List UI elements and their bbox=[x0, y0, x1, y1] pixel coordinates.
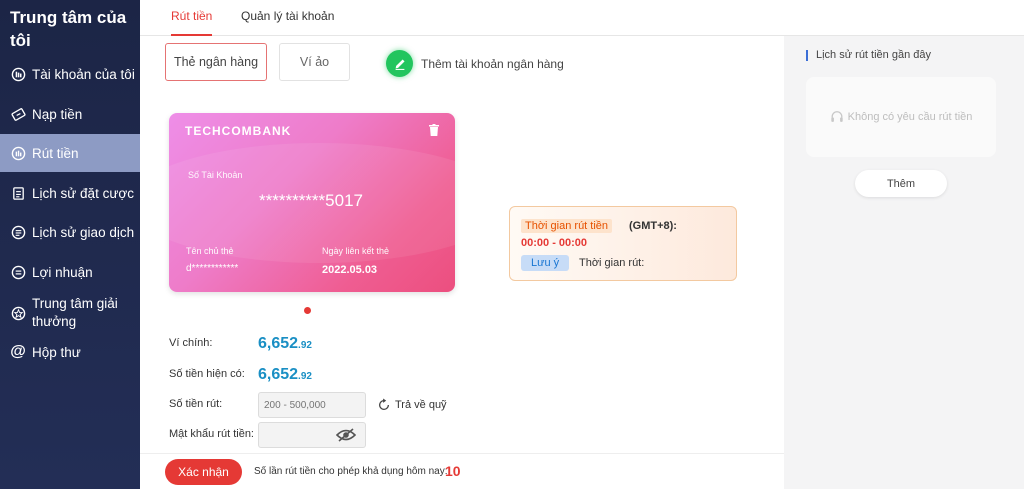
bank-card[interactable]: TECHCOMBANK Số Tài Khoản **********5017 … bbox=[169, 113, 455, 292]
tab-account-management[interactable]: Quản lý tài khoản bbox=[241, 0, 334, 36]
main-wallet-label: Ví chính: bbox=[169, 337, 213, 349]
withdraw-amount-label: Số tiền rút: bbox=[169, 398, 223, 410]
main-wallet-amount: 6,652.92 bbox=[258, 335, 312, 352]
mail-icon: @ bbox=[10, 343, 26, 360]
account-number-label: Số Tài Khoản bbox=[188, 170, 243, 180]
refund-label: Trả về quỹ bbox=[395, 399, 447, 411]
bank-card-tab[interactable]: Thẻ ngân hàng bbox=[165, 43, 267, 81]
available-balance-amount: 6,652.92 bbox=[258, 366, 312, 383]
eye-slash-icon[interactable] bbox=[336, 428, 356, 442]
withdraw-panel: Thẻ ngân hàng Ví ảo Thêm tài khoản ngân … bbox=[140, 36, 784, 489]
withdraw-time-label: Thời gian rút tiền bbox=[521, 219, 613, 233]
bank-name: TECHCOMBANK bbox=[185, 124, 292, 138]
linked-date-label: Ngày liên kết thẻ bbox=[322, 246, 390, 256]
sidebar-item-my-account[interactable]: Tài khoản của tôi bbox=[0, 55, 140, 93]
withdraw-limit-text: Số lần rút tiền cho phép khả dụng hôm na… bbox=[254, 466, 448, 477]
empty-history-text: Không có yêu cầu rút tiền bbox=[847, 111, 973, 123]
note-badge: Lưu ý bbox=[521, 255, 570, 271]
tab-withdraw[interactable]: Rút tiền bbox=[171, 0, 213, 36]
confirm-button[interactable]: Xác nhận bbox=[165, 459, 242, 485]
card-holder-label: Tên chủ thẻ bbox=[186, 246, 234, 256]
sidebar-item-transaction-history[interactable]: Lịch sử giao dịch bbox=[0, 213, 140, 251]
sidebar-item-bet-history[interactable]: Lịch sử đặt cược bbox=[0, 174, 140, 212]
profit-icon bbox=[10, 264, 26, 280]
sidebar-item-label: Rút tiền bbox=[32, 145, 79, 161]
title-accent-bar bbox=[806, 49, 808, 61]
reward-icon bbox=[10, 305, 26, 321]
card-holder-name: d************ bbox=[186, 263, 239, 274]
more-button[interactable]: Thêm bbox=[855, 170, 947, 197]
sidebar-item-label: Hộp thư bbox=[32, 344, 81, 360]
sidebar-item-label: Lịch sử đặt cược bbox=[32, 185, 134, 201]
withdraw-hours: 00:00 - 00:00 bbox=[521, 237, 588, 249]
sidebar-item-label: Tài khoản của tôi bbox=[32, 66, 135, 82]
sidebar-item-label: Lợi nhuận bbox=[32, 264, 93, 280]
sidebar-item-label: Nạp tiền bbox=[32, 106, 83, 122]
sidebar-item-mailbox[interactable]: @ Hộp thư bbox=[0, 333, 140, 371]
available-balance-label: Số tiền hiện có: bbox=[169, 368, 245, 380]
withdraw-icon bbox=[10, 145, 26, 161]
note-text: Thời gian rút: bbox=[579, 257, 645, 269]
sidebar-item-withdraw[interactable]: Rút tiền bbox=[0, 134, 140, 172]
trash-icon[interactable] bbox=[429, 124, 439, 136]
refresh-icon bbox=[378, 398, 390, 411]
account-icon bbox=[10, 66, 26, 82]
history-title: Lịch sử rút tiền gần đây bbox=[806, 49, 931, 61]
linked-date: 2022.05.03 bbox=[322, 264, 378, 276]
withdraw-limit-value: 10 bbox=[445, 463, 461, 479]
withdraw-amount-input[interactable] bbox=[258, 392, 366, 418]
top-tabs: Rút tiền Quản lý tài khoản bbox=[140, 0, 1024, 36]
add-bank-label: Thêm tài khoản ngân hàng bbox=[421, 56, 564, 71]
deposit-icon bbox=[10, 106, 26, 122]
withdraw-time-box: Thời gian rút tiền (GMT+8): 00:00 - 00:0… bbox=[509, 206, 737, 281]
carousel-dot[interactable] bbox=[304, 307, 311, 314]
sidebar-title: Trung tâm của tôi bbox=[10, 8, 127, 50]
sidebar-item-reward-center[interactable]: Trung tâm giải thưởng bbox=[0, 290, 140, 336]
edit-icon bbox=[386, 50, 413, 77]
withdraw-footer: Xác nhận Số lần rút tiền cho phép khả dụ… bbox=[140, 453, 784, 489]
refund-button[interactable]: Trả về quỹ bbox=[377, 398, 447, 412]
headset-icon bbox=[830, 111, 843, 122]
e-wallet-tab[interactable]: Ví ảo bbox=[279, 43, 350, 81]
sidebar-item-label: Lịch sử giao dịch bbox=[32, 224, 135, 240]
sidebar-item-profit[interactable]: Lợi nhuận bbox=[0, 253, 140, 291]
sidebar: Trung tâm của tôi Tài khoản của tôi Nạp … bbox=[0, 0, 140, 489]
account-number: **********5017 bbox=[259, 191, 363, 210]
empty-history: Không có yêu cầu rút tiền bbox=[806, 77, 996, 157]
sidebar-item-label: Trung tâm giải thưởng bbox=[32, 296, 118, 329]
history-panel: Lịch sử rút tiền gần đây Không có yêu cầ… bbox=[784, 36, 1024, 489]
transaction-history-icon bbox=[10, 224, 26, 240]
add-bank-account-button[interactable]: Thêm tài khoản ngân hàng bbox=[386, 50, 564, 77]
timezone-label: (GMT+8): bbox=[629, 220, 677, 232]
bet-history-icon bbox=[10, 185, 26, 201]
withdraw-password-label: Mật khẩu rút tiền: bbox=[169, 428, 254, 440]
sidebar-item-deposit[interactable]: Nạp tiền bbox=[0, 95, 140, 133]
